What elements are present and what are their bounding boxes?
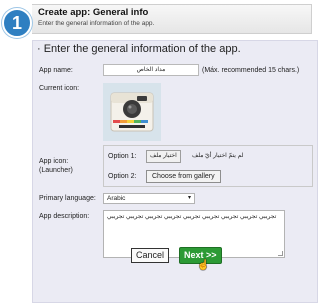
step-subtitle: Enter the general information of the app… [38,20,155,27]
cancel-button[interactable]: Cancel [131,248,170,263]
app-name-max-note: (Máx. recommended 15 chars.) [202,67,300,74]
app-description-value: تجريبي تجريبي تجريبي تجريبي تجريبي تجريب… [107,214,277,220]
file-status-text: لم يتمّ اختيار أيّ ملف [192,153,244,159]
polaroid-camera-icon [110,92,154,132]
app-icon-label-line1: App icon: [39,158,69,165]
resize-grip-icon[interactable] [278,251,283,256]
step-header: Create app: General info Enter the gener… [32,4,312,34]
app-description-label: App description: [39,213,90,220]
option2-label: Option 2: [108,173,137,180]
primary-language-value: Arabic [107,195,126,202]
step-title: Create app: General info [38,7,149,18]
app-name-label: App name: [39,67,73,74]
choose-file-button[interactable]: اختيار ملف [146,150,181,163]
app-icon-label-line2: (Launcher) [39,167,73,174]
option1-label: Option 1: [108,153,137,160]
app-name-input[interactable]: مداد الخاص [103,64,199,76]
primary-language-select[interactable]: Arabic ▾ [103,193,195,204]
panel-title: · Enter the general information of the a… [37,43,241,55]
step-number-badge: 1 [2,8,32,38]
general-info-panel: · Enter the general information of the a… [32,40,318,303]
choose-from-gallery-button[interactable]: Choose from gallery [146,170,221,183]
app-icon-options: Option 1: اختيار ملف لم يتمّ اختيار أيّ … [103,145,313,187]
hand-pointer-icon: ☝ [197,260,210,271]
app-icon-label: App icon: (Launcher) [39,157,73,175]
current-app-icon-preview [103,83,161,141]
primary-language-label: Primary language: [39,195,96,202]
chevron-down-icon: ▾ [187,195,191,201]
current-icon-label: Current icon: [39,85,80,92]
